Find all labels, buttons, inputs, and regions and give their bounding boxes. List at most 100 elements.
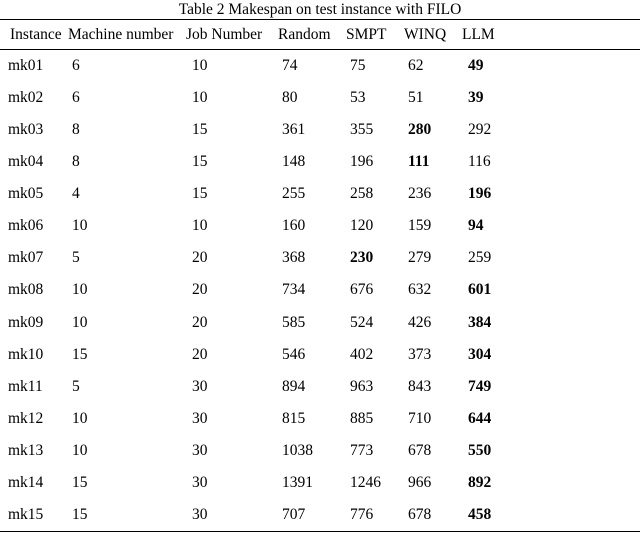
- cell-job-number: 15: [192, 153, 208, 171]
- table-caption: Table 2 Makespan on test instance with F…: [178, 1, 462, 18]
- table-row: mk05 4 15 255 258 236 196: [0, 178, 640, 210]
- cell-machine-number: 10: [72, 409, 88, 427]
- cell-instance: mk04: [8, 153, 44, 171]
- cell-random: 368: [282, 249, 306, 267]
- cell-llm: 892: [468, 473, 492, 491]
- cell-job-number: 20: [192, 345, 208, 363]
- cell-instance: mk08: [8, 281, 44, 299]
- column-header-job-number: Job Number: [186, 26, 263, 43]
- cell-smpt: 1246: [350, 473, 381, 491]
- cell-llm: 601: [468, 281, 492, 299]
- cell-job-number: 20: [192, 249, 208, 267]
- cell-machine-number: 15: [72, 473, 88, 491]
- cell-winq: 426: [408, 313, 432, 331]
- cell-random: 546: [282, 345, 306, 363]
- cell-winq: 280: [408, 121, 432, 139]
- cell-llm: 644: [468, 409, 492, 427]
- cell-smpt: 773: [350, 441, 374, 459]
- cell-job-number: 20: [192, 281, 208, 299]
- cell-llm: 196: [468, 185, 492, 203]
- cell-llm: 749: [468, 377, 492, 395]
- column-header-random: Random: [278, 26, 331, 43]
- cell-machine-number: 6: [72, 57, 80, 74]
- cell-random: 585: [282, 313, 306, 331]
- cell-winq: 373: [408, 345, 432, 363]
- cell-instance: mk03: [8, 121, 44, 139]
- cell-smpt: 963: [350, 377, 374, 395]
- cell-random: 160: [282, 217, 306, 235]
- cell-random: 707: [278, 498, 346, 532]
- table-row: mk06 10 10 160 120 159 94: [0, 210, 640, 242]
- cell-llm: 116: [468, 153, 491, 171]
- cell-machine-number: 10: [72, 217, 88, 235]
- cell-random: 80: [282, 89, 298, 107]
- column-header-llm: LLM: [462, 26, 495, 43]
- cell-smpt: 402: [350, 345, 374, 363]
- cell-random: 148: [282, 153, 306, 171]
- cell-job-number: 20: [192, 313, 208, 331]
- cell-job-number: 15: [192, 185, 208, 203]
- table-row: mk03 8 15 361 355 280 292: [0, 114, 640, 146]
- cell-job-number: 30: [192, 473, 208, 491]
- cell-job-number: 15: [192, 121, 208, 139]
- cell-llm: 259: [468, 249, 492, 267]
- cell-smpt: 355: [350, 121, 374, 139]
- cell-instance: mk12: [8, 409, 44, 427]
- cell-smpt: 196: [350, 153, 374, 171]
- table-row: mk04 8 15 148 196 111 116: [0, 146, 640, 178]
- cell-job-number: 10: [192, 217, 208, 235]
- table-row: mk12 10 30 815 885 710 644: [0, 403, 640, 435]
- cell-smpt: 885: [350, 409, 374, 427]
- cell-llm: 49: [468, 57, 484, 74]
- cell-machine-number: 6: [72, 89, 80, 107]
- column-header-winq: WINQ: [404, 26, 447, 43]
- cell-machine-number: 8: [72, 121, 80, 139]
- makespan-table: Instance Machine number Job Number Rando…: [0, 19, 640, 532]
- cell-random: 1038: [282, 441, 313, 459]
- cell-machine-number: 15: [72, 345, 88, 363]
- cell-winq: 632: [408, 281, 432, 299]
- cell-smpt: 120: [350, 217, 374, 235]
- cell-job-number: 30: [192, 377, 208, 395]
- cell-llm: 292: [468, 121, 492, 139]
- cell-llm: 39: [468, 89, 484, 107]
- cell-smpt: 776: [346, 498, 404, 532]
- cell-smpt: 676: [350, 281, 374, 299]
- cell-job-number: 30: [186, 498, 278, 532]
- cell-instance: mk06: [8, 217, 44, 235]
- table-row: mk15 15 30 707 776 678 458: [0, 498, 640, 532]
- column-header-smpt: SMPT: [346, 26, 387, 43]
- cell-winq: 966: [408, 473, 432, 491]
- table-row: mk10 15 20 546 402 373 304: [0, 339, 640, 371]
- cell-instance: mk15: [0, 498, 68, 532]
- cell-random: 894: [282, 377, 306, 395]
- cell-instance: mk09: [8, 313, 44, 331]
- cell-instance: mk07: [8, 249, 44, 267]
- cell-llm: 458: [462, 498, 640, 532]
- table-body: mk01 6 10 74 75 62 49 mk02 6 10 80 53 51 39 mk03 8 15 361…: [0, 50, 640, 532]
- cell-llm: 94: [468, 217, 484, 235]
- cell-winq: 62: [408, 57, 424, 74]
- table-row: mk14 15 30 1391 1246 966 892: [0, 467, 640, 499]
- cell-random: 734: [282, 281, 306, 299]
- cell-smpt: 53: [350, 89, 366, 107]
- cell-smpt: 75: [350, 57, 366, 74]
- cell-machine-number: 5: [72, 377, 80, 395]
- cell-job-number: 10: [192, 89, 208, 107]
- cell-smpt: 524: [350, 313, 374, 331]
- cell-random: 74: [282, 57, 298, 74]
- table-row: mk08 10 20 734 676 632 601: [0, 274, 640, 306]
- cell-instance: mk02: [8, 89, 44, 107]
- cell-llm: 550: [468, 441, 492, 459]
- cell-random: 815: [282, 409, 306, 427]
- cell-llm: 384: [468, 313, 492, 331]
- cell-winq: 51: [408, 89, 424, 107]
- table-row: mk09 10 20 585 524 426 384: [0, 307, 640, 339]
- cell-instance: mk01: [8, 57, 44, 74]
- cell-job-number: 30: [192, 441, 208, 459]
- cell-machine-number: 8: [72, 153, 80, 171]
- cell-machine-number: 10: [72, 313, 88, 331]
- cell-winq: 236: [408, 185, 432, 203]
- cell-machine-number: 10: [72, 281, 88, 299]
- table-header-row: Instance Machine number Job Number Rando…: [0, 19, 640, 50]
